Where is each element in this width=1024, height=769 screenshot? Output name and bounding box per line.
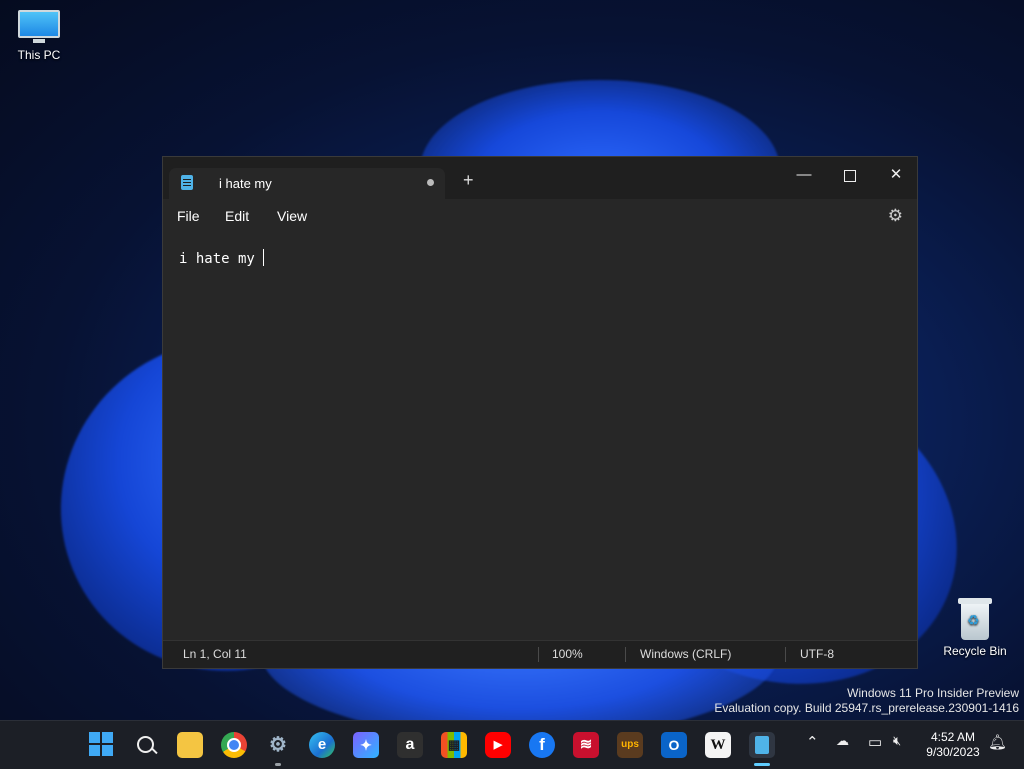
taskbar-clock[interactable]: 4:52 AM 9/30/2023 — [918, 730, 988, 760]
cloud-offline-icon[interactable]: ☁ — [836, 733, 849, 749]
youtube-icon[interactable]: ▶ — [485, 732, 511, 758]
search-button[interactable] — [133, 732, 159, 758]
wikipedia-icon[interactable]: W — [705, 732, 731, 758]
search-icon — [137, 736, 154, 753]
menu-file[interactable]: File — [177, 208, 200, 224]
tab-title: i hate my — [219, 176, 272, 191]
desktop-icon-label: This PC — [17, 48, 61, 62]
maximize-icon — [844, 170, 856, 182]
microsoft-store-icon[interactable]: ▦ — [441, 732, 467, 758]
windows-logo-icon — [89, 732, 113, 756]
status-zoom[interactable]: 100% — [552, 647, 583, 661]
title-bar[interactable]: i hate my + — ✕ — [163, 157, 917, 199]
computer-icon — [18, 10, 60, 44]
outlook-icon[interactable]: O — [661, 732, 687, 758]
notepad-icon — [181, 175, 193, 190]
watermark-build: Evaluation copy. Build 25947.rs_prerelea… — [714, 701, 1019, 715]
copilot-icon[interactable]: ✦ — [353, 732, 379, 758]
notepad-icon — [755, 736, 769, 754]
volume-muted-icon[interactable]: 🔇︎ — [893, 733, 901, 749]
ups-icon[interactable]: ups — [617, 732, 643, 758]
editor-content[interactable]: i hate my — [179, 249, 264, 267]
status-divider — [785, 647, 786, 662]
settings-icon[interactable]: ⚙ — [265, 732, 291, 758]
running-indicator — [275, 763, 281, 766]
clock-time: 4:52 AM — [930, 730, 976, 744]
unsaved-indicator-icon[interactable] — [427, 179, 434, 186]
notepad-taskbar-icon[interactable] — [749, 732, 775, 758]
recycle-bin-icon: ♻ — [958, 598, 992, 640]
desktop-icon-label: Recycle Bin — [943, 644, 1007, 658]
amazon-icon[interactable]: a — [397, 732, 423, 758]
tab-document[interactable]: i hate my — [169, 168, 445, 199]
notification-bell-icon[interactable]: 🔔︎ — [988, 733, 1007, 751]
editor-text: i hate my — [179, 251, 255, 267]
status-line-endings[interactable]: Windows (CRLF) — [640, 647, 731, 661]
status-encoding[interactable]: UTF-8 — [800, 647, 834, 661]
close-button[interactable]: ✕ — [873, 161, 919, 189]
menu-view[interactable]: View — [277, 208, 307, 224]
network-icon[interactable]: ▭ — [868, 733, 882, 751]
text-caret — [262, 249, 264, 266]
status-cursor-position: Ln 1, Col 11 — [183, 647, 247, 661]
minimize-button[interactable]: — — [781, 161, 827, 189]
edge-icon[interactable]: e — [309, 732, 335, 758]
menu-edit[interactable]: Edit — [225, 208, 249, 224]
clock-date: 9/30/2023 — [926, 745, 980, 759]
new-tab-plus-icon[interactable]: + — [463, 171, 474, 189]
status-divider — [538, 647, 539, 662]
watermark-edition: Windows 11 Pro Insider Preview — [847, 686, 1019, 700]
start-button[interactable] — [89, 732, 115, 758]
status-bar: Ln 1, Col 11 100% Windows (CRLF) UTF-8 — [163, 640, 917, 668]
active-app-indicator — [754, 763, 770, 766]
menu-bar: File Edit View ⚙ — [163, 199, 917, 233]
maximize-button[interactable] — [827, 161, 873, 189]
text-editor-area[interactable]: i hate my — [163, 233, 917, 643]
taskbar: ⚙ e ✦ a ▦ ▶ f ≋ ups O W ⌃ ☁ ▭ 🔇︎ 4:52 AM… — [0, 720, 1024, 769]
chevron-up-icon[interactable]: ⌃ — [806, 733, 819, 751]
facebook-icon[interactable]: f — [529, 732, 555, 758]
file-explorer-icon[interactable] — [177, 732, 203, 758]
settings-gear-icon[interactable]: ⚙ — [888, 206, 903, 226]
notepad-window: i hate my + — ✕ File Edit View ⚙ i hate … — [162, 156, 918, 669]
desktop-icon-this-pc[interactable]: This PC — [4, 10, 74, 62]
desktop-icon-recycle-bin[interactable]: ♻ Recycle Bin — [940, 598, 1010, 658]
status-divider — [625, 647, 626, 662]
bank-of-america-icon[interactable]: ≋ — [573, 732, 599, 758]
chrome-icon[interactable] — [221, 732, 247, 758]
